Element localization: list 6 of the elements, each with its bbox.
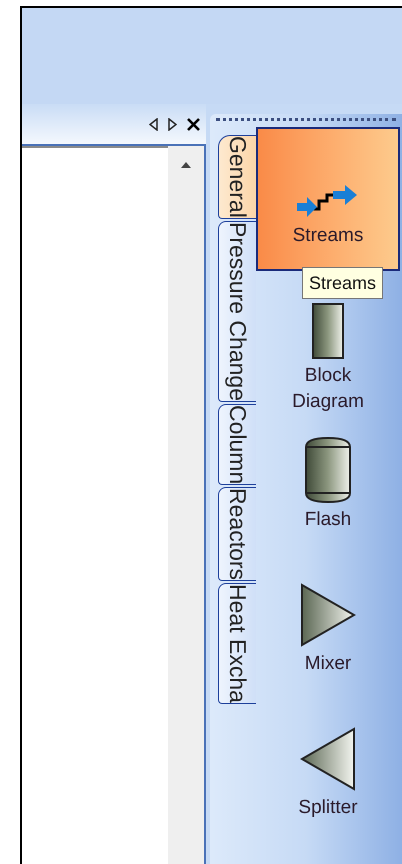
item-label: Splitter — [297, 796, 359, 820]
item-label: Block Diagram — [291, 364, 365, 414]
item-label: Flash — [304, 508, 352, 532]
item-label: Streams — [292, 224, 364, 248]
item-label: Mixer — [304, 652, 352, 676]
tooltip: Streams — [302, 267, 384, 299]
